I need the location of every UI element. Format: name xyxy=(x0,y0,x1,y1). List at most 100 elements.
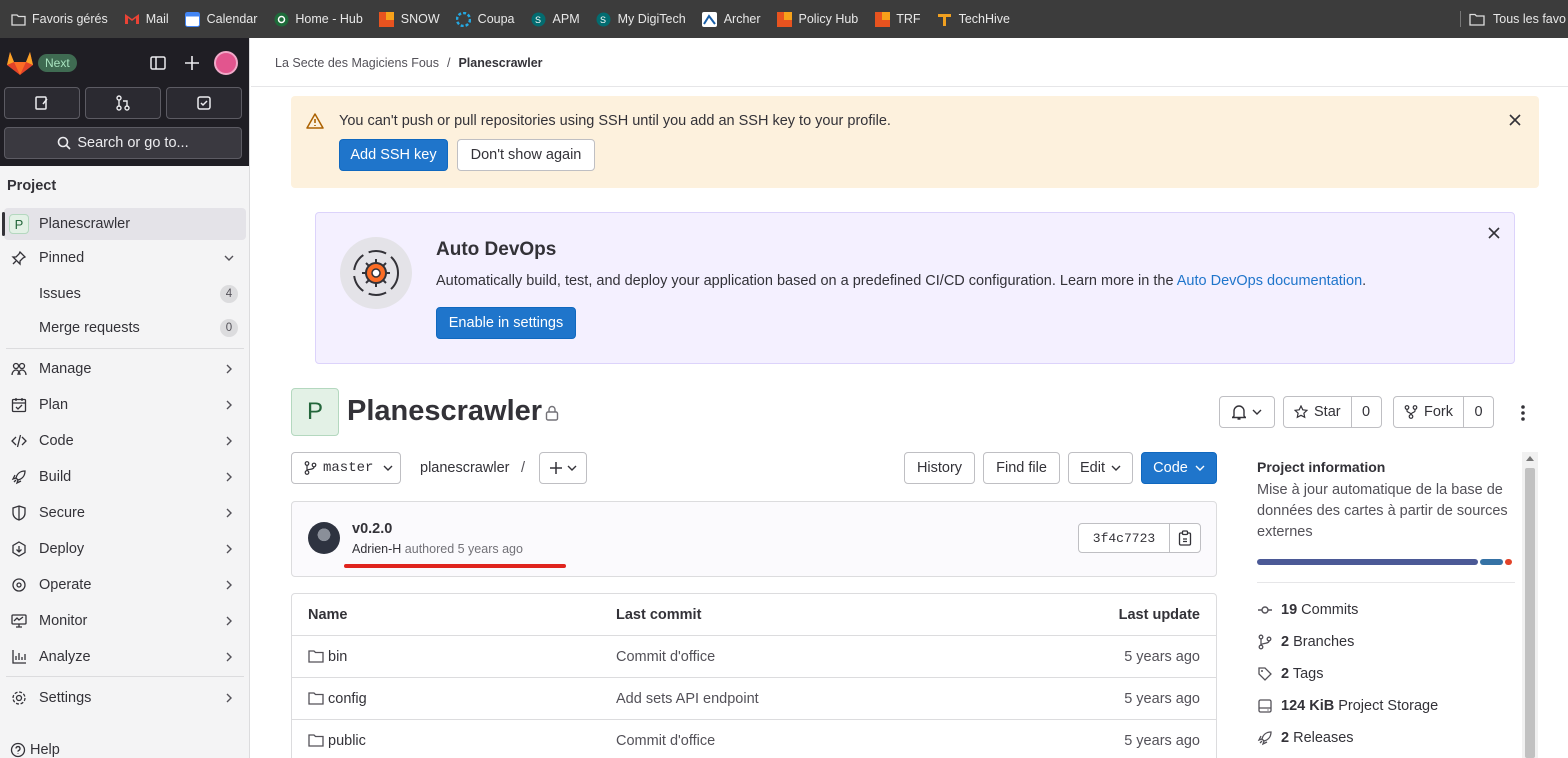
star-count[interactable]: 0 xyxy=(1350,397,1381,427)
history-button[interactable]: History xyxy=(904,452,975,484)
sidebar-item-operate[interactable]: Operate xyxy=(4,569,246,601)
todo-list-button[interactable] xyxy=(166,87,242,119)
file-commit-link[interactable]: Commit d'office xyxy=(616,649,715,665)
bookmark-policy-hub[interactable]: Policy Hub xyxy=(777,11,858,27)
chevron-down-icon xyxy=(1195,463,1205,473)
search-button[interactable]: Search or go to... xyxy=(4,127,242,159)
enable-in-settings-button[interactable]: Enable in settings xyxy=(436,307,576,339)
add-to-tree-dropdown[interactable] xyxy=(539,452,587,484)
snow-icon xyxy=(379,11,395,27)
fork-button[interactable]: Fork xyxy=(1394,397,1463,427)
all-bookmarks[interactable]: Tous les favo xyxy=(1460,0,1566,38)
bookmark-my-digitech[interactable]: S My DigiTech xyxy=(596,11,686,27)
add-ssh-key-button[interactable]: Add SSH key xyxy=(339,139,448,171)
label-icon xyxy=(1257,666,1273,682)
toggle-sidebar-icon[interactable] xyxy=(147,52,169,74)
bookmark-calendar[interactable]: Calendar xyxy=(185,11,257,27)
alert-message: You can't push or pull repositories usin… xyxy=(339,113,891,129)
copy-sha-button[interactable] xyxy=(1169,523,1201,553)
folder-icon xyxy=(308,649,324,665)
bookmark-apm[interactable]: S APM xyxy=(531,11,580,27)
next-badge[interactable]: Next xyxy=(38,54,77,72)
bookmark-archer[interactable]: Archer xyxy=(702,11,761,27)
sidebar-item-code[interactable]: Code xyxy=(4,425,246,457)
notification-dropdown[interactable] xyxy=(1219,396,1275,428)
table-row[interactable]: config Add sets API endpoint 5 years ago xyxy=(292,678,1216,720)
close-icon[interactable] xyxy=(1509,114,1521,126)
sidebar-item-pinned[interactable]: Pinned xyxy=(4,242,246,274)
file-commit-link[interactable]: Commit d'office xyxy=(616,733,715,749)
sidebar-item-deploy[interactable]: Deploy xyxy=(4,533,246,565)
bookmark-trf[interactable]: TRF xyxy=(874,11,921,27)
close-icon[interactable] xyxy=(1488,227,1500,239)
star-button[interactable]: Star xyxy=(1284,397,1351,427)
monitor-icon xyxy=(11,613,27,629)
folder-icon xyxy=(1469,13,1485,26)
annotation-underline xyxy=(344,564,566,568)
bookmark-snow[interactable]: SNOW xyxy=(379,11,440,27)
devops-docs-link[interactable]: Auto DevOps documentation xyxy=(1177,273,1362,289)
commit-title-link[interactable]: v0.2.0 xyxy=(352,521,392,537)
bookmark-managed[interactable]: Favoris gérés xyxy=(10,11,108,27)
file-name-link[interactable]: config xyxy=(328,691,367,707)
language-segment xyxy=(1479,559,1503,565)
language-bar[interactable] xyxy=(1257,559,1515,565)
assigned-issues-button[interactable] xyxy=(4,87,80,119)
code-dropdown[interactable]: Code xyxy=(1141,452,1217,484)
bookmark-techhive[interactable]: TechHive xyxy=(937,11,1010,27)
branch-selector[interactable]: master xyxy=(291,452,401,484)
file-updated: 5 years ago xyxy=(1124,733,1200,749)
cloud-gear-icon xyxy=(11,577,27,593)
sidebar-item-monitor[interactable]: Monitor xyxy=(4,605,246,637)
sidebar-item-analyze[interactable]: Analyze xyxy=(4,641,246,673)
releases-link[interactable]: 2 Releases xyxy=(1257,730,1354,746)
branches-link[interactable]: 2 Branches xyxy=(1257,634,1354,650)
repo-path-link[interactable]: planescrawler xyxy=(420,460,509,476)
project-description: Mise à jour automatique de la base de do… xyxy=(1257,482,1508,540)
breadcrumb-project-link[interactable]: Planescrawler xyxy=(458,56,542,70)
breadcrumb-separator: / xyxy=(446,56,451,70)
chevron-right-icon xyxy=(224,693,234,703)
table-row[interactable]: bin Commit d'office 5 years ago xyxy=(292,636,1216,678)
scroll-up-arrow-icon[interactable] xyxy=(1526,456,1534,461)
file-name-link[interactable]: public xyxy=(328,733,366,749)
gitlab-logo-icon[interactable] xyxy=(6,50,34,76)
folder-icon xyxy=(308,733,324,749)
right-panel-scrollbar[interactable] xyxy=(1522,452,1538,758)
sidebar-item-issues[interactable]: Issues 4 xyxy=(4,278,246,310)
sidebar-item-manage[interactable]: Manage xyxy=(4,353,246,385)
author-avatar[interactable] xyxy=(308,522,340,554)
plus-icon[interactable] xyxy=(181,52,203,74)
storage-link[interactable]: 124 KiB Project Storage xyxy=(1257,698,1438,714)
sidebar-item-secure[interactable]: Secure xyxy=(4,497,246,529)
find-file-button[interactable]: Find file xyxy=(983,452,1060,484)
bookmark-mail[interactable]: Mail xyxy=(124,11,169,27)
commit-sha[interactable]: 3f4c7723 xyxy=(1078,523,1170,553)
breadcrumb-group-link[interactable]: La Secte des Magiciens Fous xyxy=(275,56,439,70)
policy-hub-icon xyxy=(777,11,793,27)
commit-author-link[interactable]: Adrien-H xyxy=(352,542,401,556)
merge-requests-button[interactable] xyxy=(85,87,161,119)
chevron-right-icon xyxy=(224,580,234,590)
sidebar-item-plan[interactable]: Plan xyxy=(4,389,246,421)
todo-icon xyxy=(196,95,212,111)
sidebar-item-settings[interactable]: Settings xyxy=(4,682,246,714)
table-row[interactable]: public Commit d'office 5 years ago xyxy=(292,720,1216,758)
bookmark-coupa[interactable]: Coupa xyxy=(456,11,515,27)
edit-dropdown[interactable]: Edit xyxy=(1068,452,1133,484)
scrollbar-thumb[interactable] xyxy=(1525,468,1535,758)
user-avatar[interactable] xyxy=(214,51,238,75)
commits-link[interactable]: 19 Commits xyxy=(1257,602,1358,618)
sidebar-item-build[interactable]: Build xyxy=(4,461,246,493)
more-actions-icon[interactable] xyxy=(1513,403,1533,423)
file-commit-link[interactable]: Add sets API endpoint xyxy=(616,691,759,707)
managed-bookmarks-icon xyxy=(10,11,26,27)
sidebar-item-project[interactable]: P Planescrawler xyxy=(2,208,246,240)
sidebar-item-merge-requests[interactable]: Merge requests 0 xyxy=(4,312,246,344)
bookmark-home-hub[interactable]: Home - Hub xyxy=(273,11,363,27)
fork-count[interactable]: 0 xyxy=(1463,397,1493,427)
dont-show-again-button[interactable]: Don't show again xyxy=(457,139,595,171)
file-name-link[interactable]: bin xyxy=(328,649,347,665)
tags-link[interactable]: 2 Tags xyxy=(1257,666,1324,682)
help-button[interactable]: Help xyxy=(10,742,60,758)
